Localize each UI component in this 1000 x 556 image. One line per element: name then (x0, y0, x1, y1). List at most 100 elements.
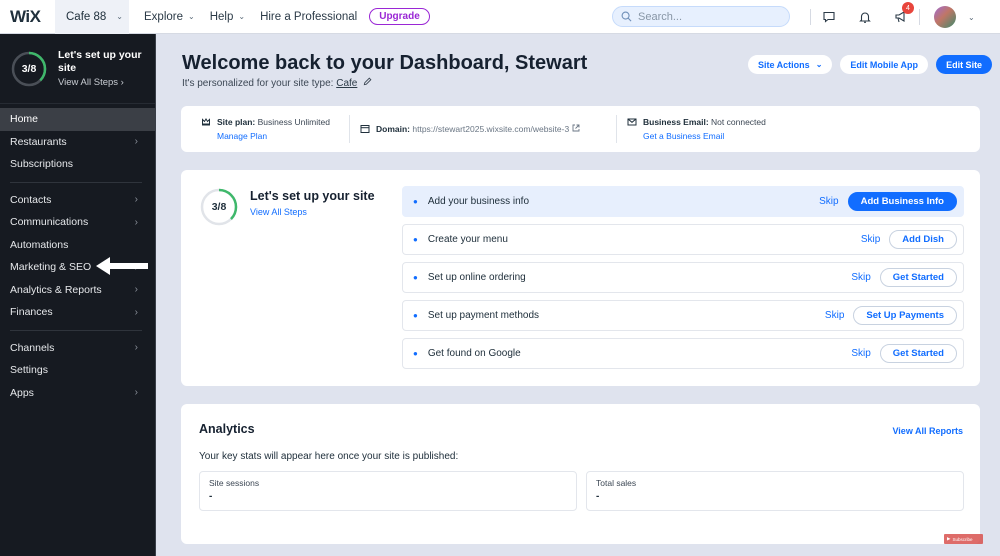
analytics-card: Analytics View All Reports Your key stat… (181, 404, 980, 544)
sidebar-item-label: Automations (10, 238, 69, 251)
chevron-down-icon[interactable]: ⌄ (968, 13, 975, 22)
notifications-button[interactable] (847, 10, 883, 24)
sidebar-item-label: Restaurants (10, 135, 67, 148)
bullet-icon: ● (413, 235, 418, 244)
search-input[interactable]: Search... (612, 6, 790, 27)
search-placeholder: Search... (638, 10, 683, 23)
sidebar-item-restaurants[interactable]: Restaurants › (0, 131, 155, 154)
skip-button[interactable]: Skip (861, 234, 880, 245)
skip-button[interactable]: Skip (851, 348, 870, 359)
sidebar-item-channels[interactable]: Channels › (0, 337, 155, 360)
sidebar-item-label: Apps (10, 386, 34, 399)
divider (616, 115, 617, 143)
sidebar-item-settings[interactable]: Settings (0, 359, 155, 382)
get-started-button[interactable]: Get Started (879, 268, 957, 287)
nav-help[interactable]: Help ⌄ (210, 11, 245, 23)
skip-button[interactable]: Skip (851, 272, 870, 283)
setup-checklist-card: 3/8 Let's set up your site View All Step… (181, 170, 980, 386)
view-all-steps-link[interactable]: View All Steps (250, 207, 307, 217)
site-switcher[interactable]: Cafe 88 ⌄ (55, 0, 129, 34)
stat-total-sales: Total sales - (586, 471, 964, 511)
crown-icon (202, 118, 210, 126)
setup-step[interactable]: ● Set up payment methods Skip Set Up Pay… (402, 300, 964, 331)
setup-step[interactable]: ● Get found on Google Skip Get Started (402, 338, 964, 369)
notification-badge: 4 (902, 2, 914, 14)
pointer-arrow-icon (96, 257, 148, 275)
nav-explore[interactable]: Explore ⌄ (144, 11, 195, 23)
nav-hire-professional[interactable]: Hire a Professional (260, 11, 357, 23)
sidebar-setup-progress[interactable]: 3/8 Let's set up your site View All Step… (0, 34, 155, 104)
setup-title: Let's set up your site (250, 189, 375, 203)
stat-label: Site sessions (209, 478, 260, 488)
sidebar-item-label: Marketing & SEO (10, 261, 92, 274)
set-up-payments-button[interactable]: Set Up Payments (853, 306, 957, 325)
mail-icon (627, 118, 637, 126)
browser-window-icon (360, 125, 370, 133)
play-icon: ▶ (947, 536, 951, 541)
subscribe-label: Subscribe (952, 536, 973, 542)
sidebar-item-finances[interactable]: Finances › (0, 301, 155, 324)
manage-plan-link[interactable]: Manage Plan (217, 131, 330, 141)
sidebar-item-automations[interactable]: Automations (0, 234, 155, 257)
get-business-email-link[interactable]: Get a Business Email (643, 131, 766, 141)
setup-step[interactable]: ● Add your business info Skip Add Busine… (402, 186, 964, 217)
avatar[interactable] (934, 6, 956, 28)
chevron-right-icon: › (134, 136, 138, 148)
sidebar-item-subscriptions[interactable]: Subscriptions (0, 153, 155, 176)
chevron-right-icon: › (134, 284, 138, 296)
chevron-right-icon: › (134, 216, 138, 228)
upgrade-button[interactable]: Upgrade (369, 8, 430, 25)
chevron-down-icon: ⌄ (188, 12, 195, 21)
sidebar-item-apps[interactable]: Apps › (0, 382, 155, 405)
domain-label: Domain: (376, 124, 410, 134)
analytics-description: Your key stats will appear here once you… (199, 451, 459, 462)
setup-title: Let's set up your site (58, 49, 142, 74)
messages-button[interactable] (811, 10, 847, 24)
domain-value[interactable]: https://stewart2025.wixsite.com/website-… (412, 124, 569, 134)
step-label: Set up payment methods (427, 310, 540, 321)
subscribe-watermark[interactable]: ▶ Subscribe (944, 534, 983, 544)
divider (10, 329, 142, 331)
sidebar-item-label: Subscriptions (10, 158, 74, 171)
page-subtitle: It's personalized for your site type: Ca… (182, 77, 372, 89)
setup-step[interactable]: ● Set up online ordering Skip Get Starte… (402, 262, 964, 293)
external-link-icon[interactable] (572, 124, 580, 132)
edit-pencil-icon[interactable] (363, 77, 372, 86)
page-title: Welcome back to your Dashboard, Stewart (182, 52, 588, 74)
search-icon (621, 11, 632, 22)
top-bar: WiX Cafe 88 ⌄ Explore ⌄ Help ⌄ Hire a Pr… (0, 0, 1000, 34)
sidebar-item-contacts[interactable]: Contacts › (0, 189, 155, 212)
get-started-button[interactable]: Get Started (879, 344, 957, 363)
sidebar-item-home[interactable]: Home (0, 108, 155, 131)
chevron-right-icon: › (134, 387, 138, 399)
skip-button[interactable]: Skip (819, 196, 838, 207)
sidebar-item-label: Settings (10, 364, 48, 377)
sidebar-item-analytics-reports[interactable]: Analytics & Reports › (0, 279, 155, 302)
skip-button[interactable]: Skip (825, 310, 844, 321)
site-actions-button[interactable]: Site Actions ⌄ (748, 55, 833, 74)
add-business-info-button[interactable]: Add Business Info (847, 192, 957, 211)
divider (10, 181, 142, 183)
chevron-down-icon: ⌄ (815, 60, 823, 69)
view-all-reports-link[interactable]: View All Reports (892, 426, 963, 436)
add-dish-button[interactable]: Add Dish (889, 230, 957, 249)
sidebar-item-label: Home (10, 113, 39, 126)
nav-help-label: Help (209, 10, 234, 23)
stat-label: Total sales (596, 478, 637, 488)
view-all-steps-label: View All Steps (58, 77, 119, 88)
chevron-down-icon: ⌄ (238, 12, 246, 21)
setup-step[interactable]: ● Create your menu Skip Add Dish (402, 224, 964, 255)
site-info-card: Site plan: Business Unlimited Manage Pla… (181, 106, 980, 152)
wix-logo[interactable]: WiX (0, 7, 55, 27)
edit-site-button[interactable]: Edit Site (936, 55, 993, 74)
site-type-link[interactable]: Cafe (336, 78, 357, 89)
sidebar-item-communications[interactable]: Communications › (0, 211, 155, 234)
site-name: Cafe 88 (66, 10, 107, 23)
view-all-steps-link[interactable]: View All Steps › (58, 77, 143, 88)
sidebar: 3/8 Let's set up your site View All Step… (0, 34, 156, 556)
bullet-icon: ● (413, 197, 418, 206)
plan-label: Site plan: (217, 117, 256, 127)
bullet-icon: ● (413, 311, 418, 320)
announcements-button[interactable]: 4 (883, 2, 919, 24)
edit-mobile-app-button[interactable]: Edit Mobile App (840, 55, 929, 74)
